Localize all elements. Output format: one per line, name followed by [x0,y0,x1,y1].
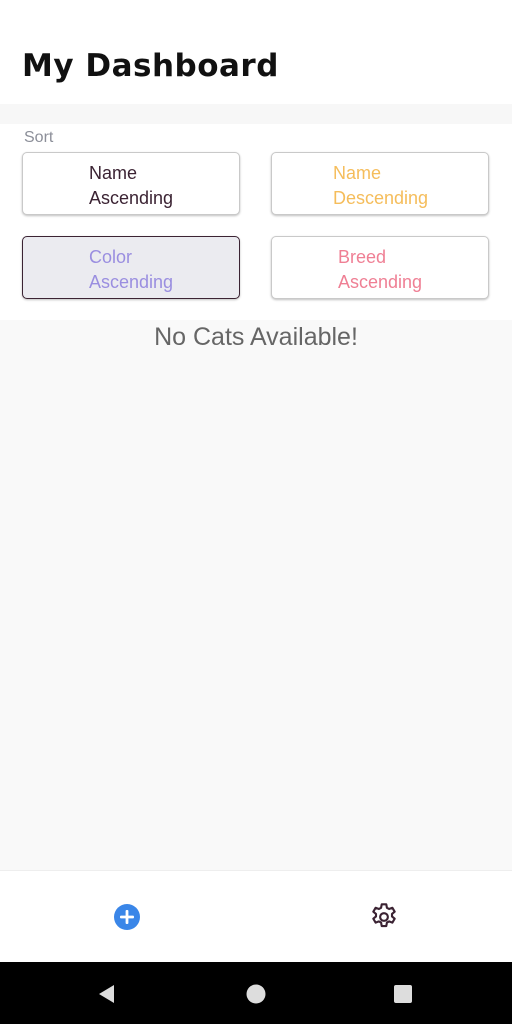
sort-breed-ascending-button[interactable]: Breed Ascending [271,236,489,299]
sort-name-descending-button[interactable]: Name Descending [271,152,489,215]
plus-circle-icon [114,904,140,930]
sort-name-ascending-button[interactable]: Name Ascending [22,152,240,215]
sort-panel: Sort Name Ascending Name Descending Colo… [0,124,512,320]
page-title: My Dashboard [22,48,279,84]
home-button[interactable] [243,981,269,1007]
screen: My Dashboard Sort Name Ascending Name De… [0,0,512,1024]
sort-button-label: Breed Ascending [338,247,423,292]
sort-button-label: Name Descending [333,163,429,208]
empty-state-message: No Cats Available! [154,323,358,351]
home-icon [246,984,266,1004]
recents-button[interactable] [390,981,416,1007]
back-icon [99,985,114,1003]
gear-icon [372,903,396,928]
add-cat-button[interactable] [111,901,143,933]
sort-button-label: Name Ascending [89,163,174,208]
sort-label: Sort [24,129,54,146]
sort-color-ascending-button[interactable]: Color Ascending [22,236,240,299]
settings-button[interactable] [368,901,400,933]
system-navigation-bar [0,962,512,1024]
divider [0,104,512,124]
back-button[interactable] [94,981,120,1007]
app-header: My Dashboard [0,0,512,104]
bottom-navigation-bar [0,870,512,962]
recents-icon [394,985,412,1003]
sort-button-label: Color Ascending [89,247,174,292]
